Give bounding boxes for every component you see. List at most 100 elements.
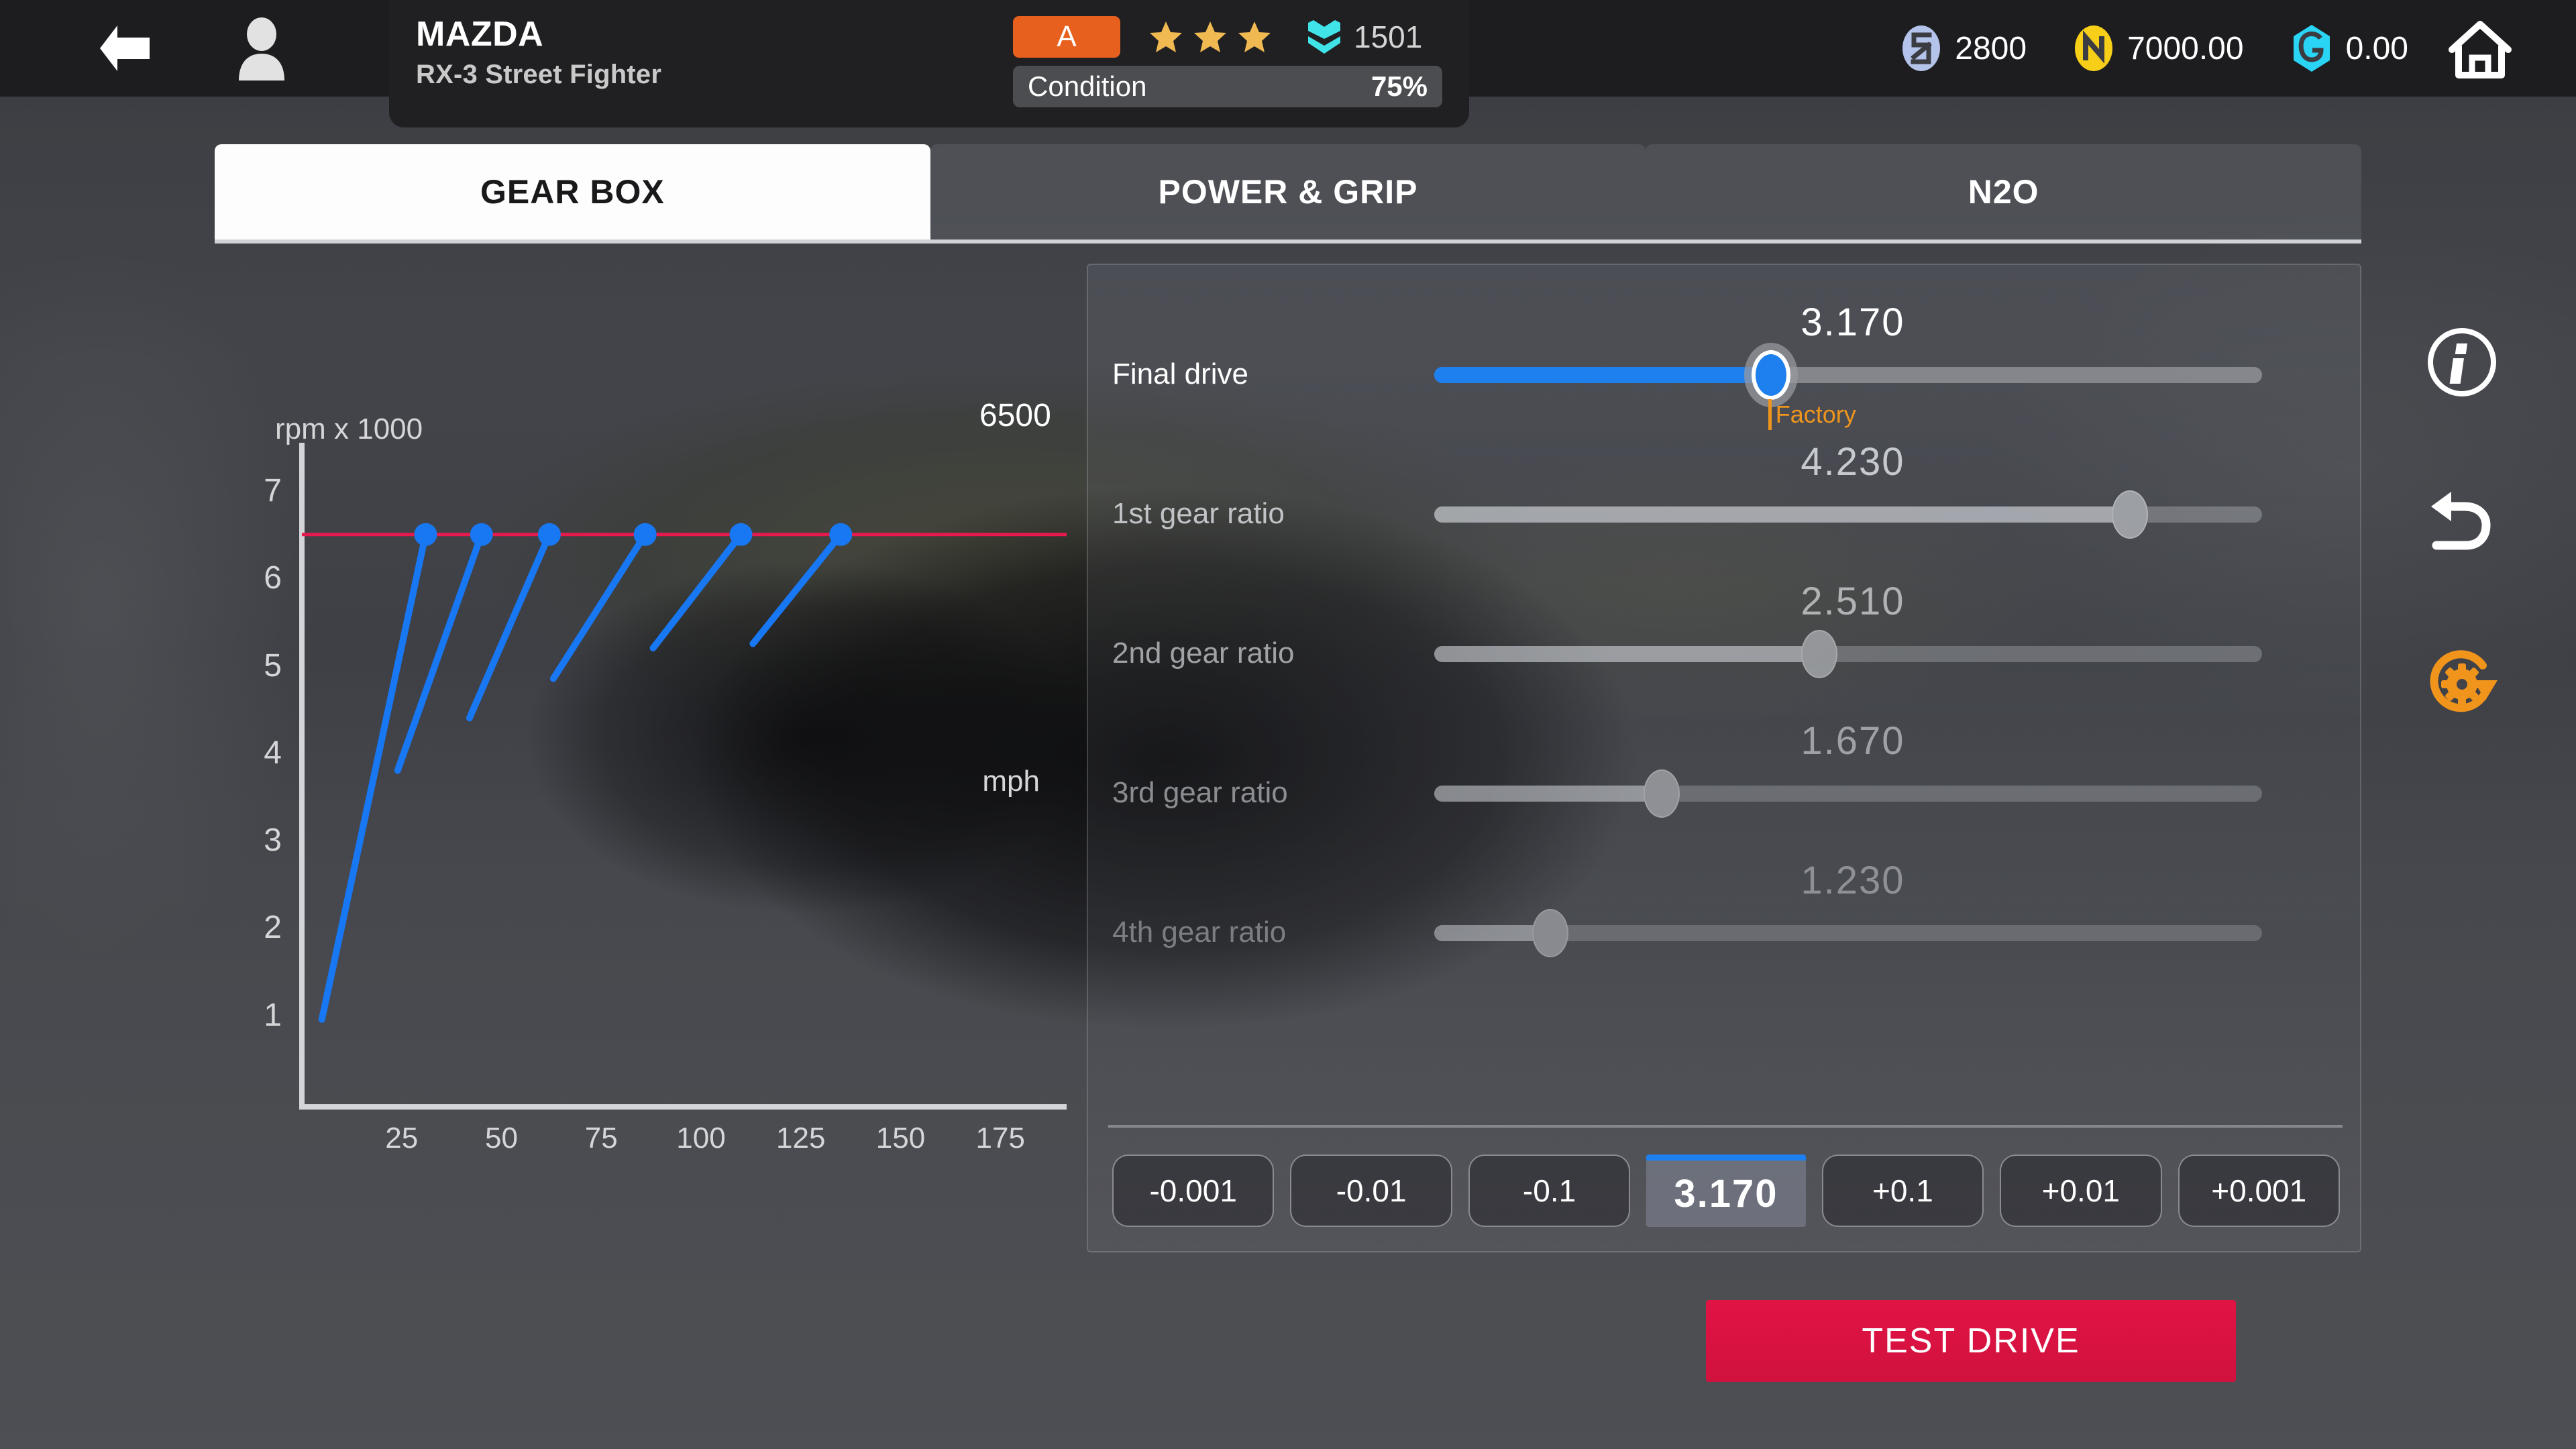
chart-y-tick: 4: [264, 735, 282, 771]
slider-label: Final drive: [1112, 358, 1248, 390]
slider-track[interactable]: [1434, 909, 2262, 957]
factory-marker-tick: [1768, 399, 1772, 430]
condition-value: 75%: [1371, 70, 1428, 102]
star-icon: [1150, 21, 1182, 52]
n-coin-icon: [2075, 25, 2113, 71]
currency-g-amount: 0.00: [2345, 30, 2408, 66]
home-button[interactable]: [2448, 19, 2512, 79]
increment-button[interactable]: -0.1: [1468, 1155, 1631, 1227]
increment-button[interactable]: -0.01: [1290, 1155, 1452, 1227]
tab-gear-box[interactable]: GEAR BOX: [215, 144, 930, 239]
g-coin-icon: [2293, 25, 2330, 72]
currency-n-amount: 7000.00: [2127, 30, 2244, 66]
slider-fill: [1434, 506, 2130, 523]
user-avatar-icon: [239, 17, 284, 80]
increment-button[interactable]: +0.001: [2178, 1155, 2340, 1227]
star-icon: [1194, 21, 1226, 52]
slider-label: 4th gear ratio: [1112, 916, 1287, 949]
slider-label: 2nd gear ratio: [1112, 637, 1295, 669]
car-info-card: MAZDA RX-3 Street Fighter A 1501 Conditi…: [389, 0, 1469, 127]
car-brand: MAZDA: [416, 15, 544, 54]
chart-y-axis-title: rpm x 1000: [275, 413, 423, 445]
condition-bar: Condition 75%: [1013, 66, 1442, 107]
car-stats-block: A 1501 Condition 75%: [1013, 0, 1456, 107]
increment-button[interactable]: +0.01: [2000, 1155, 2162, 1227]
chart-canvas: [299, 443, 1067, 1110]
test-drive-button[interactable]: TEST DRIVE: [1706, 1300, 2236, 1382]
slider-track[interactable]: [1434, 350, 2262, 400]
chart-x-tick: 150: [875, 1122, 926, 1155]
currency-bar: 2800 7000.00 0.00: [1854, 0, 2408, 97]
back-button[interactable]: [87, 11, 161, 85]
slider-fill: [1434, 646, 1819, 662]
slider-value: 2.510: [1801, 580, 1905, 623]
chart-y-tick: 1: [264, 997, 282, 1033]
rank-value: 1501: [1354, 19, 1423, 54]
increment-button[interactable]: +0.1: [1821, 1155, 1984, 1227]
chart-y-tick: 7: [264, 473, 282, 509]
undo-icon: [2431, 492, 2491, 550]
currency-n[interactable]: 7000.00: [2074, 24, 2244, 72]
car-name-block: MAZDA RX-3 Street Fighter: [389, 0, 1013, 91]
chart-x-tick: 25: [385, 1122, 419, 1155]
car-model: RX-3 Street Fighter: [416, 60, 662, 89]
gearbox-settings-panel: 3.170 Final drive Factory 4.230 1st gear rat…: [1087, 264, 2361, 1252]
currency-s-amount: 2800: [1955, 30, 2027, 66]
slider-row: 3.170 Final drive Factory: [1088, 301, 2363, 446]
slider-value: 4.230: [1801, 440, 1905, 484]
s-coin-icon: [1902, 25, 1941, 71]
reset-factory-button[interactable]: [2395, 604, 2529, 765]
tab-bar: GEAR BOX POWER & GRIP N2O: [215, 144, 2362, 239]
slider-track[interactable]: [1434, 769, 2262, 818]
rank-chevron-icon: [1308, 20, 1340, 54]
reset-factory-icon: [2430, 650, 2498, 712]
profile-button[interactable]: [225, 11, 299, 85]
slider-label: 3rd gear ratio: [1112, 776, 1288, 809]
star-rating: [1148, 20, 1272, 54]
tab-underline: [215, 239, 2361, 244]
slider-thumb[interactable]: [1644, 769, 1680, 818]
chart-x-axis-title: mph: [982, 765, 1040, 798]
arrow-left-icon: [100, 25, 150, 71]
currency-s[interactable]: 2800: [1901, 24, 2027, 72]
slider-row: 2.510 2nd gear ratio: [1088, 580, 2363, 725]
increment-bar: -0.001 -0.01 -0.1 3.170 +0.1 +0.01 +0.001: [1112, 1149, 2340, 1232]
slider-thumb[interactable]: [1532, 909, 1568, 957]
chart-y-tick: 6: [264, 560, 282, 596]
slider-thumb[interactable]: [1801, 630, 1837, 678]
info-icon: [2428, 328, 2496, 396]
slider-fill: [1434, 786, 1662, 802]
slider-label: 1st gear ratio: [1112, 497, 1285, 530]
gear-ratio-chart: rpm x 1000 mph 6500 1 2 3 4 5 6 7 25 50 75 100 125…: [201, 398, 1100, 1174]
rank-block: 1501: [1305, 19, 1422, 55]
side-action-icons: [2395, 282, 2529, 765]
info-button[interactable]: [2395, 282, 2529, 443]
slider-value: 1.670: [1801, 719, 1905, 763]
chart-redline-label: 6500: [979, 398, 1051, 433]
slider-thumb[interactable]: [1751, 350, 1790, 400]
home-icon: [2449, 21, 2512, 78]
slider-track[interactable]: [1434, 490, 2262, 539]
chart-x-tick: 125: [776, 1122, 826, 1155]
slider-value: 1.230: [1801, 859, 1905, 902]
chart-y-tick: 2: [264, 910, 282, 946]
undo-button[interactable]: [2395, 443, 2529, 604]
factory-marker: Factory: [1768, 399, 1856, 430]
slider-track[interactable]: [1434, 630, 2262, 678]
increment-button[interactable]: -0.001: [1112, 1155, 1275, 1227]
slider-thumb[interactable]: [2111, 490, 2148, 539]
slider-row: 1.670 3rd gear ratio: [1088, 719, 2363, 865]
tab-power-grip[interactable]: POWER & GRIP: [930, 144, 1646, 239]
factory-marker-label: Factory: [1775, 400, 1856, 428]
star-icon: [1238, 21, 1271, 52]
class-badge: A: [1013, 16, 1120, 58]
currency-g[interactable]: 0.00: [2291, 23, 2408, 73]
current-value-display[interactable]: 3.170: [1646, 1155, 1806, 1227]
condition-label: Condition: [1028, 70, 1147, 102]
chart-y-tick: 3: [264, 822, 282, 859]
tab-n2o[interactable]: N2O: [1646, 144, 2362, 239]
panel-divider: [1108, 1125, 2343, 1128]
slider-row: 4.230 1st gear ratio: [1088, 440, 2363, 586]
slider-value: 3.170: [1801, 301, 1905, 344]
slider-fill: [1434, 367, 1770, 383]
